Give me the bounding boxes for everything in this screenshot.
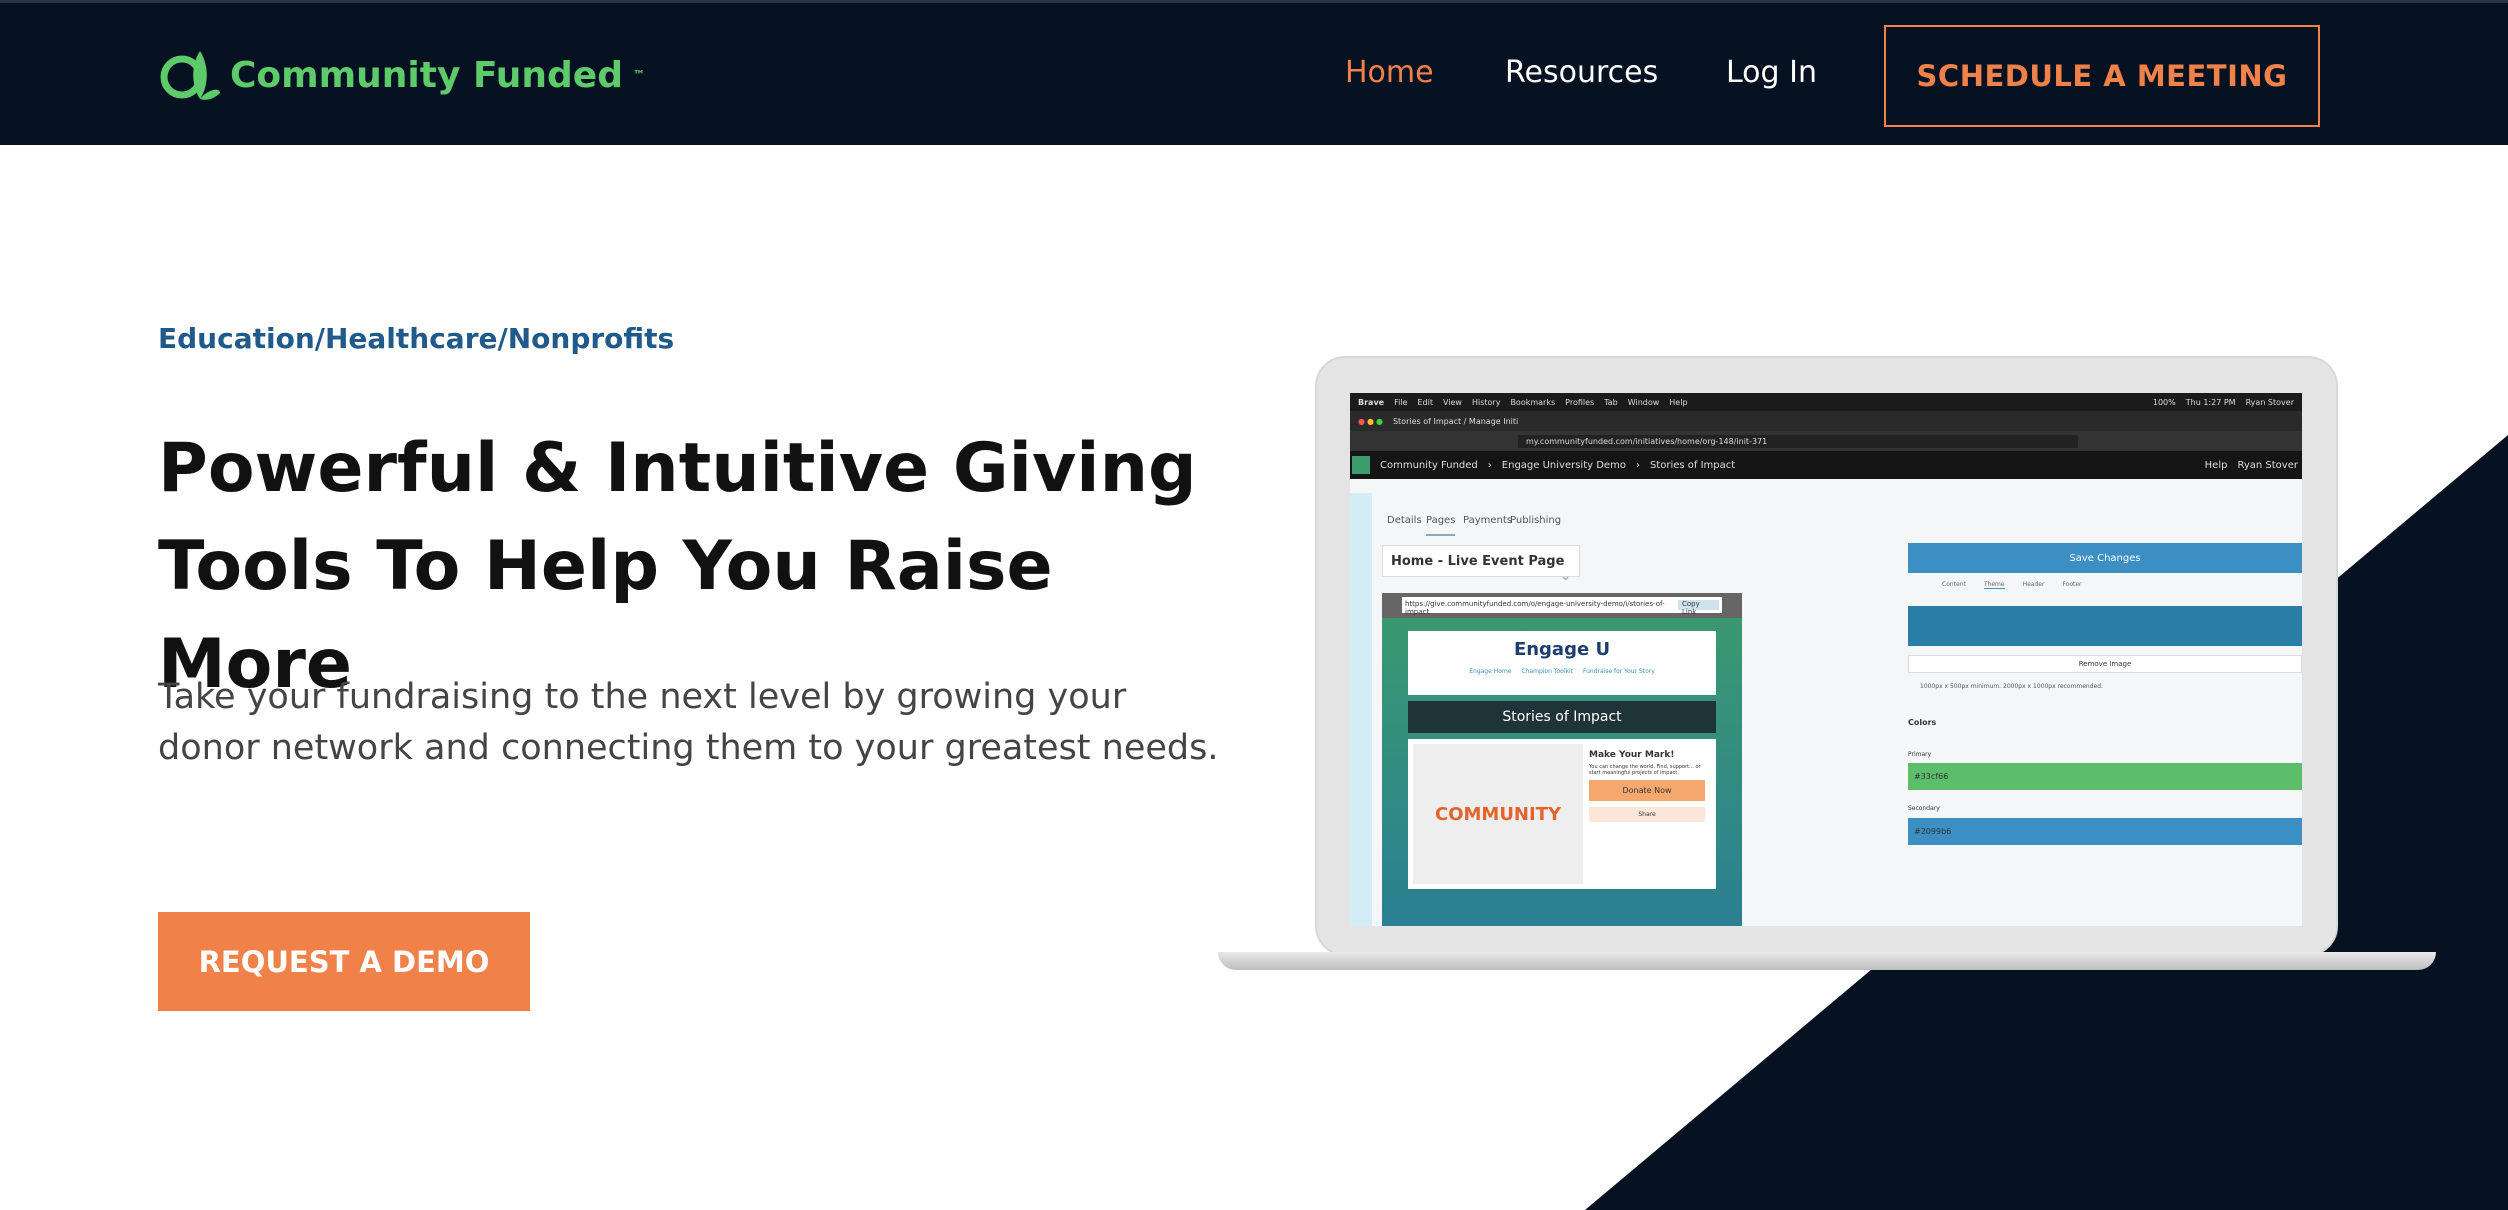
- app-user[interactable]: Ryan Stover: [2237, 460, 2302, 471]
- logo-text: Community Funded: [230, 54, 623, 96]
- menu-item: Tab: [1604, 397, 1618, 407]
- menu-item: Brave: [1358, 397, 1385, 407]
- menu-item: Edit: [1417, 397, 1433, 407]
- menu-item: History: [1471, 397, 1501, 407]
- clock: Thu 1:27 PM: [2185, 397, 2236, 407]
- logo[interactable]: Community Funded ™: [160, 47, 645, 103]
- app-sidebar: [1350, 493, 1372, 926]
- crumb: Stories of Impact: [1649, 459, 1736, 471]
- share-button[interactable]: Share: [1589, 807, 1705, 822]
- save-changes-button[interactable]: Save Changes: [1908, 543, 2302, 573]
- site-nav-link[interactable]: Engage Home: [1469, 668, 1511, 675]
- theme-tab[interactable]: Header: [2023, 581, 2045, 589]
- community-heart-image: COMMUNITY: [1413, 744, 1583, 884]
- preview-url-bar: https://give.communityfunded.com/o/engag…: [1402, 597, 1722, 616]
- engage-u-logo: Engage U: [1513, 639, 1611, 660]
- menu-item: Profiles: [1565, 397, 1595, 407]
- tab-details[interactable]: Details: [1387, 515, 1422, 526]
- nav-home[interactable]: Home: [1345, 55, 1434, 90]
- site-nav-link[interactable]: Champion Toolkit: [1521, 668, 1573, 675]
- tab-pages[interactable]: Pages: [1426, 515, 1456, 536]
- card-title: Make Your Mark!: [1589, 750, 1675, 760]
- crumb[interactable]: Community Funded: [1380, 460, 1478, 471]
- url-bar[interactable]: my.communityfunded.com/initiatives/home/…: [1518, 434, 2078, 448]
- copy-link-button[interactable]: Copy Link: [1677, 600, 1719, 616]
- hero-description: Take your fundraising to the next level …: [158, 677, 1219, 768]
- app-logo-icon: [1352, 456, 1370, 474]
- browser-tab[interactable]: Stories of Impact / Manage Initi: [1393, 417, 1518, 426]
- schedule-meeting-button[interactable]: SCHEDULE A MEETING: [1884, 25, 2320, 127]
- page-preview: https://give.communityfunded.com/o/engag…: [1382, 593, 1742, 926]
- request-demo-button[interactable]: REQUEST A DEMO: [158, 912, 530, 1011]
- logo-leaf-icon: [160, 51, 220, 100]
- laptop-screen: Brave File Edit View History Bookmarks Profile…: [1350, 393, 2302, 926]
- tab-publishing[interactable]: Publishing: [1510, 515, 1561, 526]
- title-line-1: Powerful & Intuitive Giving: [158, 429, 1197, 508]
- card-text: You can change the world. Find, support.…: [1589, 764, 1701, 776]
- page-select-value: Home - Live Event Page: [1391, 554, 1565, 569]
- preview-url: https://give.communityfunded.com/o/engag…: [1405, 600, 1665, 616]
- menu-item: Bookmarks: [1510, 397, 1556, 407]
- top-nav: Community Funded ™ Home Resources Log In …: [0, 0, 2508, 145]
- theme-tab[interactable]: Theme: [1983, 581, 2005, 589]
- menu-item: File: [1394, 397, 1408, 407]
- browser-toolbar: my.communityfunded.com/initiatives/home/…: [1350, 431, 2302, 451]
- header-image: [1908, 606, 2302, 646]
- primary-label: Primary: [1908, 751, 1932, 758]
- site-nav-link[interactable]: Fundraise for Your Story: [1583, 668, 1655, 675]
- hero-tagline: Education/Healthcare/Nonprofits: [158, 322, 675, 355]
- app-breadcrumb: Community Funded › Engage University Demo ›…: [1350, 451, 2302, 479]
- nav-login[interactable]: Log In: [1726, 55, 1817, 90]
- hero-title: Powerful & Intuitive Giving Tools To Help…: [158, 420, 1258, 714]
- secondary-label: Secondary: [1908, 805, 1940, 812]
- menu-item: Help: [1669, 397, 1688, 407]
- browser-tabs: ● ● ● Stories of Impact / Manage Initi: [1350, 411, 2302, 431]
- donate-now-button[interactable]: Donate Now: [1589, 780, 1705, 801]
- stories-banner: Stories of Impact: [1408, 701, 1716, 733]
- page-select[interactable]: Home - Live Event Page ⌄: [1382, 545, 1580, 584]
- mac-menubar: Brave File Edit View History Bookmarks Profile…: [1350, 393, 2302, 411]
- secondary-value: #2099b6: [1914, 827, 1952, 836]
- help-link[interactable]: Help: [2205, 460, 2228, 471]
- theme-tab[interactable]: Content: [1942, 581, 1966, 589]
- image-hint: 1000px x 500px minimum. 2000px x 1000px …: [1920, 683, 2103, 690]
- remove-image-button[interactable]: Remove Image: [1908, 655, 2302, 673]
- theme-tab[interactable]: Footer: [2062, 581, 2081, 589]
- secondary-color-input[interactable]: #2099b6: [1908, 818, 2302, 845]
- battery: 100%: [2152, 397, 2176, 407]
- trademark: ™: [633, 68, 645, 82]
- primary-color-input[interactable]: #33cf66: [1908, 763, 2302, 790]
- primary-value: #33cf66: [1914, 772, 1949, 781]
- mac-user: Ryan Stover: [2245, 397, 2294, 407]
- crumb[interactable]: Engage University Demo: [1502, 460, 1626, 471]
- colors-label: Colors: [1908, 718, 1937, 727]
- menu-item: Window: [1627, 397, 1660, 407]
- nav-resources[interactable]: Resources: [1505, 55, 1658, 90]
- laptop-base: [1218, 952, 2436, 970]
- menu-item: View: [1442, 397, 1462, 407]
- tab-payments[interactable]: Payments: [1463, 515, 1512, 526]
